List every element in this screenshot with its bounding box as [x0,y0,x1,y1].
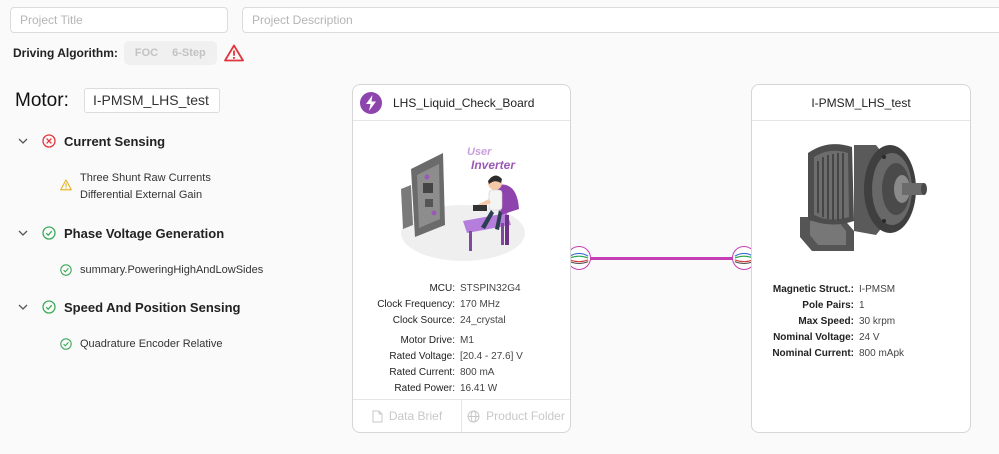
product-folder-button[interactable]: Product Folder [461,400,570,432]
motor-label: Motor: [15,90,69,111]
spec-value: 24 V [859,332,880,343]
board-title: LHS_Liquid_Check_Board [393,95,535,110]
spec-row: Rated Current: 800 mA [353,365,570,381]
spec-row: Max Speed: 30 krpm [752,314,970,330]
driving-algorithm-toggle: FOC 6-Step [123,41,217,65]
warning-triangle-icon [60,179,72,191]
chevron-down-icon[interactable] [18,138,30,144]
driving-algorithm-row: Driving Algorithm: FOC 6-Step [13,40,244,66]
board-specs: MCU: STSPIN32G4 Clock Frequency: 170 MHz C… [353,281,570,397]
motor-name-field[interactable]: I-PMSM_LHS_test [84,88,220,113]
spec-key: Rated Power: [394,383,455,394]
chevron-down-icon[interactable] [18,230,30,236]
check-circle-icon [60,264,72,276]
spec-value: [20.4 - 27.6] V [460,351,523,362]
spec-row: MCU: STSPIN32G4 [353,281,570,297]
list-item: Quadrature Encoder Relative [60,336,222,353]
product-folder-label: Product Folder [486,409,565,423]
data-brief-button[interactable]: Data Brief [353,400,461,432]
spec-key: Nominal Voltage: [773,332,854,343]
document-icon [372,410,383,422]
motor-illustration [800,144,927,251]
board-motor-connection-line [578,257,744,260]
spec-row: Rated Voltage: [20.4 - 27.6] V [353,349,570,365]
chevron-down-icon[interactable] [18,304,30,310]
section-title: Current Sensing [64,133,166,149]
spec-value: STSPIN32G4 [460,283,521,294]
spec-row: Nominal Voltage: 24 V [752,330,970,346]
driving-algorithm-label: Driving Algorithm: [13,46,118,60]
spec-key: Rated Current: [389,367,455,378]
spec-value: M1 [460,335,474,346]
warning-triangle-icon [223,44,244,62]
item-line: Quadrature Encoder Relative [80,338,223,350]
project-title-input[interactable]: Project Title [10,7,228,33]
spec-key: Clock Source: [392,315,455,326]
check-circle-icon [42,226,56,240]
algo-option-6step[interactable]: 6-Step [165,47,213,59]
spec-key: Rated Voltage: [389,351,455,362]
spec-value: 30 krpm [859,316,896,327]
spec-row: Nominal Current: 800 mApk [752,346,970,362]
list-item: summary.PoweringHighAndLowSides [60,262,263,279]
motor-card-header: I-PMSM_LHS_test [752,85,970,121]
spec-key: Magnetic Struct.: [772,284,854,295]
section-title: Phase Voltage Generation [64,225,225,241]
board-card-footer: Data Brief Product Folder [353,399,570,432]
spec-value: I-PMSM [859,284,896,295]
motor-card-title: I-PMSM_LHS_test [811,95,911,110]
section-phase-voltage-generation[interactable]: Phase Voltage Generation [18,223,224,243]
globe-icon [467,410,480,422]
motor-card[interactable]: I-PMSM_LHS_test Magnetic Struct.: I-PMSM … [751,84,971,433]
error-circle-icon [42,134,56,148]
spec-key: Max Speed: [798,316,854,327]
spec-value: 800 mApk [859,348,905,359]
illustration-inverter-text: Inverter [471,158,516,172]
spec-key: Nominal Current: [772,348,854,359]
board-card-header: LHS_Liquid_Check_Board [353,85,570,121]
data-brief-label: Data Brief [388,409,443,423]
power-board-logo-icon [360,91,382,114]
spec-value: 800 mA [460,367,495,378]
item-line: Differential External Gain [80,189,203,201]
section-title: Speed And Position Sensing [64,299,241,315]
spec-row: Magnetic Struct.: I-PMSM [752,282,970,298]
algo-option-foc[interactable]: FOC [128,47,165,59]
check-circle-icon [60,338,72,350]
spec-row: Pole Pairs: 1 [752,298,970,314]
check-circle-icon [42,300,56,314]
section-speed-position-sensing[interactable]: Speed And Position Sensing [18,297,240,317]
spec-row: Rated Power: 16.41 W [353,381,570,397]
spec-key: Motor Drive: [400,335,455,346]
spec-row: Clock Frequency: 170 MHz [353,297,570,313]
section-current-sensing[interactable]: Current Sensing [18,131,165,151]
spec-value: 16.41 W [460,383,498,394]
illustration-user-text: User [467,146,492,158]
inverter-illustration: User Inverter [401,146,525,261]
item-line: summary.PoweringHighAndLowSides [80,264,264,276]
spec-value: 170 MHz [460,299,501,310]
motor-specs: Magnetic Struct.: I-PMSM Pole Pairs: 1 Max… [752,282,970,362]
item-line: Three Shunt Raw Currents [80,172,211,184]
spec-row: Motor Drive: M1 [353,333,570,349]
spec-row: Clock Source: 24_crystal [353,313,570,329]
project-description-input[interactable]: Project Description [242,7,999,33]
list-item: Three Shunt Raw Currents Differential Ex… [60,170,211,204]
spec-key: MCU: [429,283,455,294]
spec-value: 24_crystal [460,315,506,326]
spec-key: Clock Frequency: [377,299,455,310]
spec-key: Pole Pairs: [802,300,854,311]
spec-value: 1 [859,300,865,311]
board-card[interactable]: LHS_Liquid_Check_Board User Inverter MCU… [352,84,571,433]
